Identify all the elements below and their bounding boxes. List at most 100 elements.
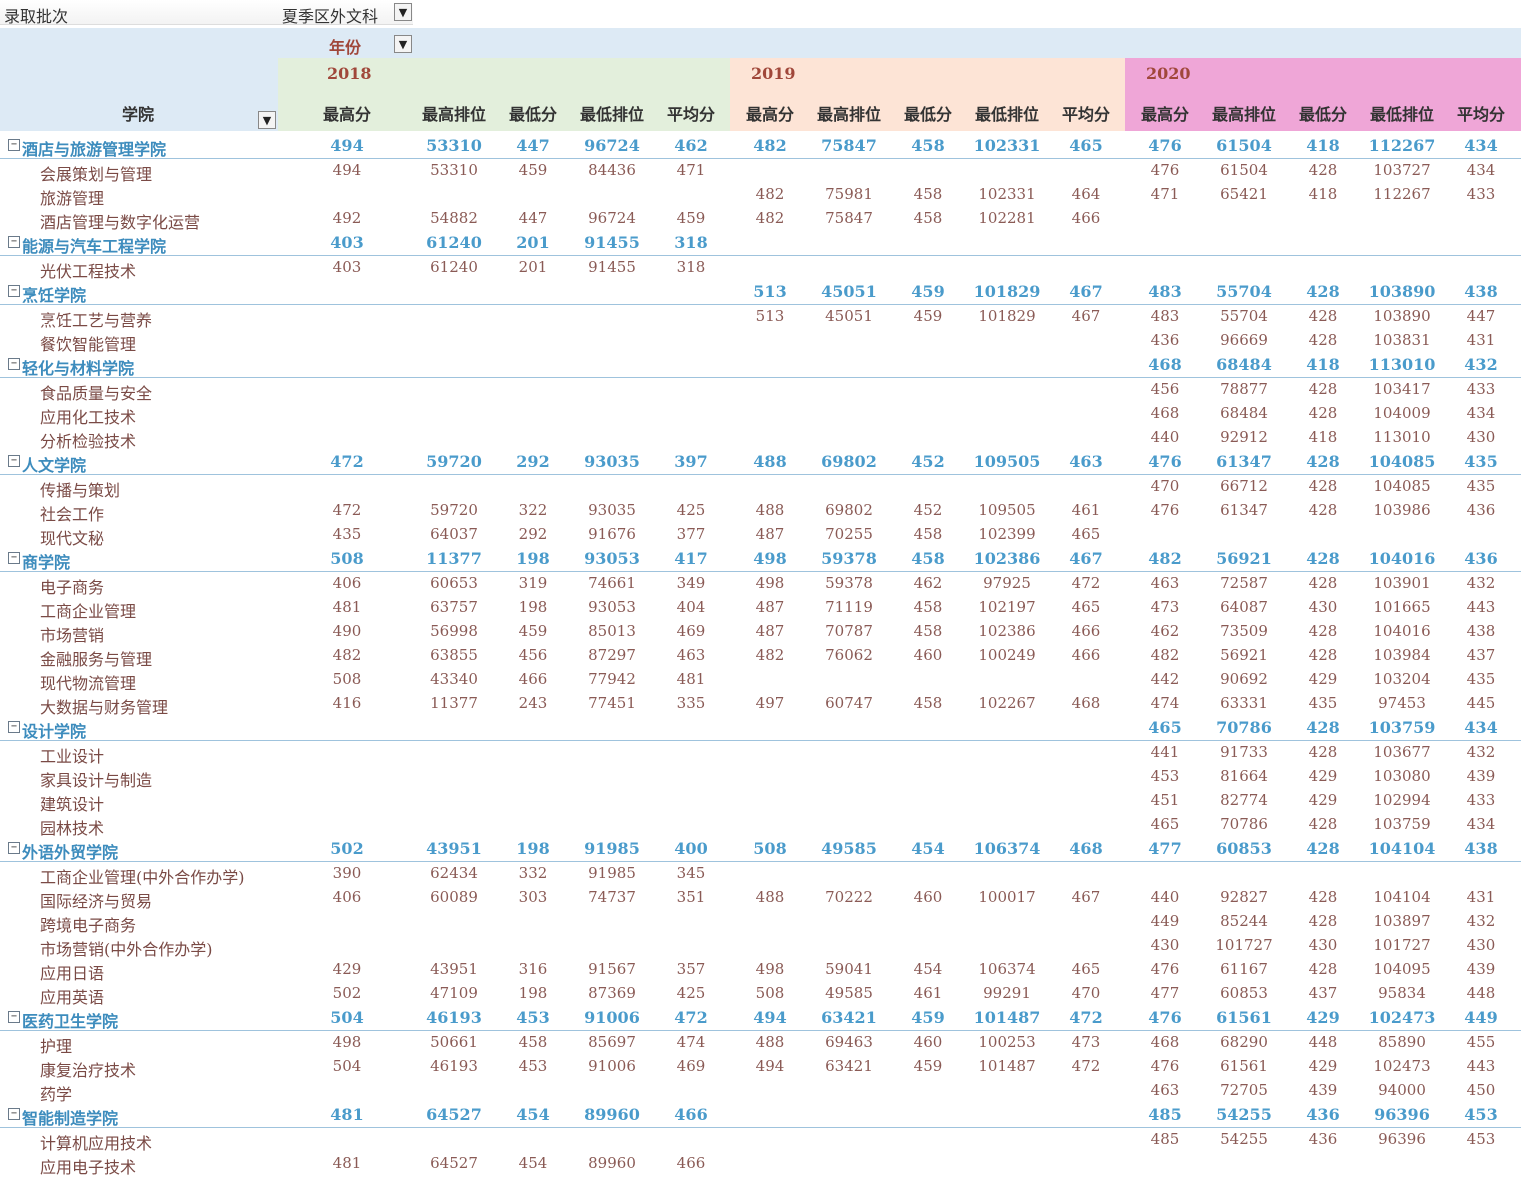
value-cell: 104104 — [1373, 888, 1431, 906]
college-name: 轻化与材料学院 — [22, 359, 135, 378]
value-cell: 481 — [330, 1105, 364, 1124]
value-cell: 61167 — [1220, 960, 1268, 978]
college-name: 智能制造学院 — [22, 1109, 119, 1128]
major-name: 酒店管理与数字化运营 — [40, 213, 201, 232]
value-cell: 467 — [1069, 549, 1103, 568]
value-cell: 82774 — [1220, 791, 1268, 809]
value-cell: 454 — [911, 839, 945, 858]
value-cell: 104016 — [1373, 622, 1431, 640]
collapse-toggle-icon[interactable]: − — [8, 139, 20, 151]
value-cell: 476 — [1148, 1008, 1182, 1027]
value-cell: 508 — [755, 984, 785, 1002]
value-cell: 418 — [1308, 428, 1338, 446]
value-cell: 482 — [1150, 646, 1180, 664]
value-cell: 498 — [332, 1033, 362, 1051]
value-cell: 96724 — [584, 136, 640, 155]
value-cell: 104009 — [1373, 404, 1431, 422]
value-cell: 49585 — [821, 839, 877, 858]
value-cell: 49585 — [825, 984, 873, 1002]
metric-header: 平均分 — [1456, 105, 1505, 124]
value-cell: 487 — [755, 622, 785, 640]
year-2018-label: 2018 — [327, 64, 372, 83]
value-cell: 485 — [1148, 1105, 1182, 1124]
value-cell: 434 — [1466, 404, 1496, 422]
value-cell: 101727 — [1215, 936, 1273, 954]
major-name: 金融服务与管理 — [40, 650, 153, 669]
value-cell: 59720 — [426, 452, 482, 471]
value-cell: 483 — [1148, 282, 1182, 301]
value-cell: 69463 — [825, 1033, 873, 1051]
value-cell: 59378 — [821, 549, 877, 568]
value-cell: 11377 — [426, 549, 482, 568]
value-cell: 102331 — [978, 185, 1036, 203]
filter-dropdown-button[interactable]: ▼ — [394, 3, 412, 21]
value-cell: 481 — [676, 670, 706, 688]
year-filter-button[interactable]: ▼ — [394, 35, 412, 53]
value-cell: 439 — [1466, 767, 1496, 785]
value-cell: 502 — [330, 839, 364, 858]
table-row: 烹饪工艺与营养 513 45051 459 101829 467 483 55704 428 10… — [0, 305, 1521, 330]
value-cell: 436 — [1466, 501, 1496, 519]
value-cell: 487 — [755, 525, 785, 543]
value-cell: 456 — [518, 646, 548, 664]
value-cell: 89960 — [588, 1154, 636, 1172]
value-cell: 101487 — [973, 1008, 1041, 1027]
value-cell: 463 — [1150, 574, 1180, 592]
value-cell: 460 — [913, 646, 943, 664]
table-row: 社会工作 472 59720 322 93035 425 488 69802 452 109505… — [0, 499, 1521, 524]
value-cell: 472 — [330, 452, 364, 471]
value-cell: 430 — [1150, 936, 1180, 954]
value-cell: 428 — [1308, 477, 1338, 495]
collapse-toggle-icon[interactable]: − — [8, 236, 20, 248]
major-name: 现代物流管理 — [40, 674, 137, 693]
metric-header: 最高排位 — [816, 105, 881, 124]
collapse-toggle-icon[interactable]: − — [8, 552, 20, 564]
pivot-body: − 酒店与旅游管理学院 494 53310 447 96724 462 482 75847 458… — [0, 134, 1521, 1177]
value-cell: 432 — [1466, 574, 1496, 592]
value-cell: 481 — [332, 598, 362, 616]
collapse-toggle-icon[interactable]: − — [8, 721, 20, 733]
college-filter-button[interactable]: ▼ — [258, 111, 276, 129]
value-cell: 56921 — [1220, 646, 1268, 664]
value-cell: 428 — [1308, 404, 1338, 422]
collapse-toggle-icon[interactable]: − — [8, 358, 20, 370]
value-cell: 96396 — [1374, 1105, 1430, 1124]
value-cell: 53310 — [426, 136, 482, 155]
value-cell: 103984 — [1373, 646, 1431, 664]
table-row: 电子商务 406 60653 319 74661 349 498 59378 462 97925 4… — [0, 572, 1521, 597]
value-cell: 97453 — [1378, 694, 1426, 712]
value-cell: 428 — [1308, 501, 1338, 519]
value-cell: 431 — [1466, 331, 1496, 349]
value-cell: 103759 — [1373, 815, 1431, 833]
value-cell: 429 — [1308, 1057, 1338, 1075]
value-cell: 101487 — [978, 1057, 1036, 1075]
value-cell: 61240 — [430, 258, 478, 276]
value-cell: 447 — [516, 136, 550, 155]
value-cell: 46193 — [430, 1057, 478, 1075]
value-cell: 335 — [676, 694, 706, 712]
value-cell: 93035 — [588, 501, 636, 519]
value-cell: 502 — [332, 984, 362, 1002]
value-cell: 472 — [1071, 1057, 1101, 1075]
table-row: 传播与策划 470 66712 428 104085 435 — [0, 475, 1521, 500]
value-cell: 201 — [518, 258, 548, 276]
college-field-label: 学院 — [122, 105, 155, 124]
value-cell: 357 — [676, 960, 706, 978]
value-cell: 468 — [1150, 404, 1180, 422]
value-cell: 63757 — [430, 598, 478, 616]
collapse-toggle-icon[interactable]: − — [8, 1011, 20, 1023]
value-cell: 101829 — [978, 307, 1036, 325]
collapse-toggle-icon[interactable]: − — [8, 842, 20, 854]
value-cell: 104085 — [1368, 452, 1436, 471]
metric-header: 最低排位 — [579, 105, 644, 124]
collapse-toggle-icon[interactable]: − — [8, 285, 20, 297]
value-cell: 77451 — [588, 694, 636, 712]
value-cell: 303 — [518, 888, 548, 906]
collapse-toggle-icon[interactable]: − — [8, 1108, 20, 1120]
value-cell: 470 — [1071, 984, 1101, 1002]
metric-header: 最高分 — [1140, 105, 1189, 124]
value-cell: 59378 — [825, 574, 873, 592]
value-cell: 459 — [913, 1057, 943, 1075]
collapse-toggle-icon[interactable]: − — [8, 455, 20, 467]
value-cell: 403 — [332, 258, 362, 276]
